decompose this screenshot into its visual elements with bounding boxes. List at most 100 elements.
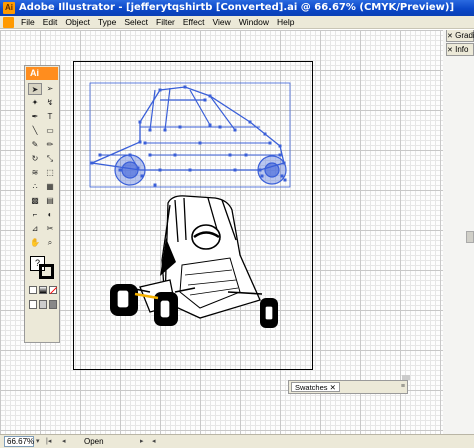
free-transform-icon[interactable]: ⬚ xyxy=(43,167,57,179)
graph-icon[interactable]: ▦ xyxy=(43,181,57,193)
rotate-icon[interactable]: ↻ xyxy=(28,153,42,165)
fill-stroke-icon[interactable]: ? xyxy=(30,256,56,280)
direct-selection-icon[interactable]: ➢ xyxy=(43,83,57,95)
anchor-point[interactable] xyxy=(283,178,287,182)
anchor-point[interactable] xyxy=(198,141,202,145)
anchor-point[interactable] xyxy=(136,166,140,170)
anchor-point[interactable] xyxy=(143,141,147,145)
anchor-point[interactable] xyxy=(128,153,132,157)
anchor-point[interactable] xyxy=(278,153,282,157)
pencil-icon[interactable]: ✏ xyxy=(43,139,57,151)
info-panel-tab[interactable]: ✕ Info xyxy=(446,43,474,56)
selection-arrow-icon[interactable]: ➤ xyxy=(28,83,42,95)
screen-mode-icon[interactable] xyxy=(29,300,57,310)
swatches-tab[interactable]: Swatches ✕ xyxy=(291,382,340,392)
anchor-point[interactable] xyxy=(203,98,207,102)
black-white-car-artwork[interactable] xyxy=(110,195,278,328)
anchor-point[interactable] xyxy=(163,128,167,132)
symbol-sprayer-icon[interactable]: ∴ xyxy=(28,181,42,193)
anchor-point[interactable] xyxy=(148,153,152,157)
artwork-canvas[interactable] xyxy=(0,30,474,434)
zoom-field[interactable]: 66.67% xyxy=(4,436,34,447)
menu-type[interactable]: Type xyxy=(94,17,120,28)
anchor-point[interactable] xyxy=(138,140,142,144)
menu-view[interactable]: View xyxy=(208,17,234,28)
anchor-point[interactable] xyxy=(218,125,222,129)
line-icon[interactable]: ╲ xyxy=(28,125,42,137)
close-icon[interactable]: ✕ xyxy=(447,47,453,54)
hand-icon[interactable]: ✋ xyxy=(28,237,42,249)
anchor-point[interactable] xyxy=(208,123,212,127)
anchor-point[interactable] xyxy=(258,168,262,172)
vertical-scrollbar-thumb[interactable] xyxy=(466,231,474,243)
info-tab-label[interactable]: Info xyxy=(455,45,468,54)
anchor-point[interactable] xyxy=(278,144,282,148)
anchor-point[interactable] xyxy=(233,168,237,172)
anchor-point[interactable] xyxy=(263,132,267,136)
zoom-dropdown-icon[interactable]: ▾ xyxy=(36,437,40,446)
anchor-point[interactable] xyxy=(178,125,182,129)
magic-wand-icon[interactable]: ✦ xyxy=(28,97,42,109)
anchor-point[interactable] xyxy=(183,85,187,89)
scissors-icon[interactable]: ✂ xyxy=(43,223,57,235)
close-icon[interactable]: ✕ xyxy=(447,33,453,40)
anchor-point[interactable] xyxy=(228,153,232,157)
gradient-tab-label[interactable]: Gradie xyxy=(455,31,474,40)
paintbrush-icon[interactable]: ✎ xyxy=(28,139,42,151)
anchor-point[interactable] xyxy=(148,128,152,132)
document-menu-icon[interactable] xyxy=(3,17,14,28)
canvas-workspace[interactable]: Ai ➤ ➢ ✦ ↯ ✒ T ╲ ▭ ✎ ✏ ↻ ⤡ ≋ ⬚ ∴ ▦ ▩ ▤ ⌐… xyxy=(0,30,474,434)
anchor-point[interactable] xyxy=(173,153,177,157)
anchor-point[interactable] xyxy=(233,128,237,132)
anchor-point[interactable] xyxy=(118,168,122,172)
menu-effect[interactable]: Effect xyxy=(179,17,209,28)
lasso-icon[interactable]: ↯ xyxy=(43,97,57,109)
eyedropper-icon[interactable]: ⌐ xyxy=(28,209,42,221)
menu-object[interactable]: Object xyxy=(61,17,94,28)
menu-edit[interactable]: Edit xyxy=(39,17,62,28)
first-artboard-icon[interactable]: |◂ xyxy=(46,437,51,446)
illustrator-app-icon[interactable]: Ai xyxy=(3,2,15,14)
scale-icon[interactable]: ⤡ xyxy=(43,153,57,165)
anchor-point[interactable] xyxy=(158,88,162,92)
slice-icon[interactable]: ⊿ xyxy=(28,223,42,235)
prev-artboard-icon[interactable]: ◂ xyxy=(62,437,66,446)
selected-car-artwork[interactable] xyxy=(89,82,291,188)
menu-window[interactable]: Window xyxy=(235,17,273,28)
swatches-panel[interactable]: Swatches ✕ ≡ xyxy=(288,380,408,394)
anchor-point[interactable] xyxy=(268,141,272,145)
anchor-point[interactable] xyxy=(140,174,144,178)
anchor-point[interactable] xyxy=(158,168,162,172)
anchor-point[interactable] xyxy=(244,153,248,157)
swatches-tab-label[interactable]: Swatches xyxy=(295,383,328,392)
color-mode-buttons[interactable] xyxy=(29,286,58,295)
anchor-point[interactable] xyxy=(153,183,157,187)
mesh-icon[interactable]: ▩ xyxy=(28,195,42,207)
anchor-point[interactable] xyxy=(138,120,142,124)
anchor-point[interactable] xyxy=(248,120,252,124)
warp-icon[interactable]: ≋ xyxy=(28,167,42,179)
anchor-point[interactable] xyxy=(98,153,102,157)
type-icon[interactable]: T xyxy=(43,111,57,123)
anchor-point[interactable] xyxy=(90,161,94,165)
gradient-icon[interactable]: ▤ xyxy=(43,195,57,207)
gradient-panel-tab[interactable]: ✕ Gradie xyxy=(446,30,474,42)
close-icon[interactable]: ✕ xyxy=(330,383,336,392)
panel-menu-icon[interactable]: ≡ xyxy=(401,382,405,392)
anchor-point[interactable] xyxy=(280,174,284,178)
status-menu-icon[interactable]: ▸ xyxy=(140,437,144,446)
menu-select[interactable]: Select xyxy=(120,17,152,28)
anchor-point[interactable] xyxy=(282,161,286,165)
zoom-icon[interactable]: ⌕ xyxy=(43,237,57,249)
anchor-point[interactable] xyxy=(208,94,212,98)
blend-icon[interactable]: ◐ xyxy=(43,209,57,221)
pen-icon[interactable]: ✒ xyxy=(28,111,42,123)
stroke-swatch[interactable] xyxy=(39,264,54,279)
menu-file[interactable]: File xyxy=(17,17,39,28)
horizontal-scroll-arrow-icon[interactable]: ◂ xyxy=(152,437,156,446)
rectangle-icon[interactable]: ▭ xyxy=(43,125,57,137)
anchor-point[interactable] xyxy=(188,168,192,172)
menu-filter[interactable]: Filter xyxy=(152,17,179,28)
anchor-point[interactable] xyxy=(260,174,264,178)
menu-help[interactable]: Help xyxy=(273,17,298,28)
